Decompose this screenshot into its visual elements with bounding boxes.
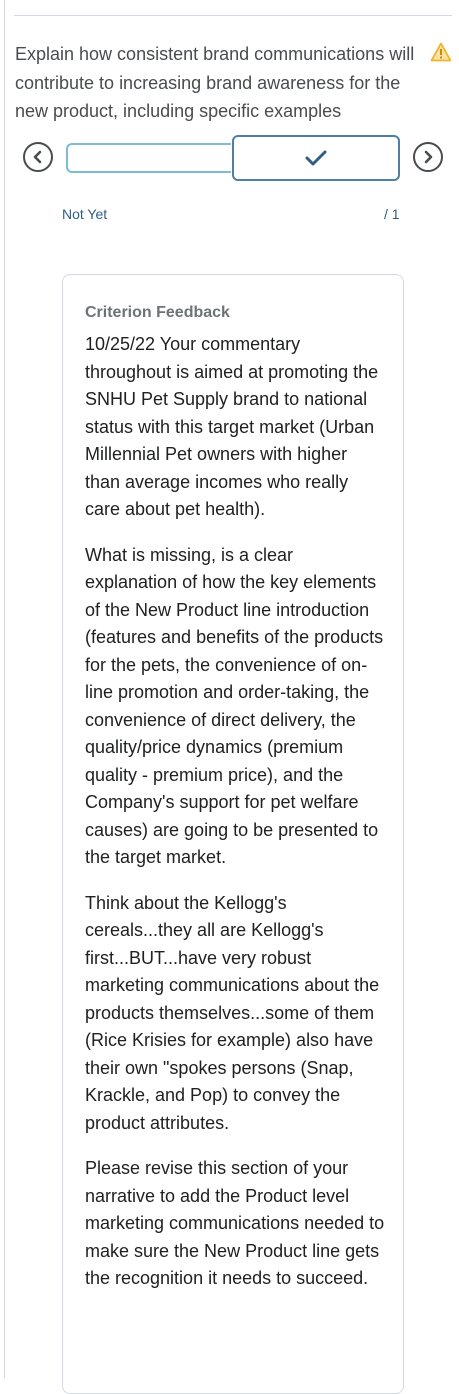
- next-criterion-button[interactable]: [413, 142, 443, 172]
- chevron-right-icon: [424, 150, 433, 164]
- feedback-paragraph: What is missing, is a clear explanation …: [85, 544, 384, 868]
- level-name: Not Yet: [62, 206, 108, 222]
- warning-triangle-icon: [430, 42, 452, 62]
- section-divider: [14, 15, 452, 16]
- criterion-description: Explain how consistent brand communicati…: [15, 44, 415, 121]
- level-option-selected[interactable]: [232, 135, 400, 181]
- left-border: [4, 0, 5, 1378]
- checkmark-icon: [305, 150, 327, 166]
- feedback-body: 10/25/22 Your commentary throughout is a…: [85, 331, 385, 1311]
- feedback-paragraph: 10/25/22 Your commentary throughout is a…: [85, 334, 379, 519]
- feedback-title: Criterion Feedback: [85, 304, 230, 321]
- previous-criterion-button[interactable]: [23, 142, 53, 172]
- chevron-left-icon: [33, 150, 42, 164]
- level-score: / 1: [384, 206, 400, 222]
- feedback-paragraph: Think about the Kellogg's cereals...they…: [85, 892, 380, 1133]
- level-option-not-yet[interactable]: [66, 143, 238, 173]
- feedback-paragraph: Please revise this section of your narra…: [85, 1158, 385, 1288]
